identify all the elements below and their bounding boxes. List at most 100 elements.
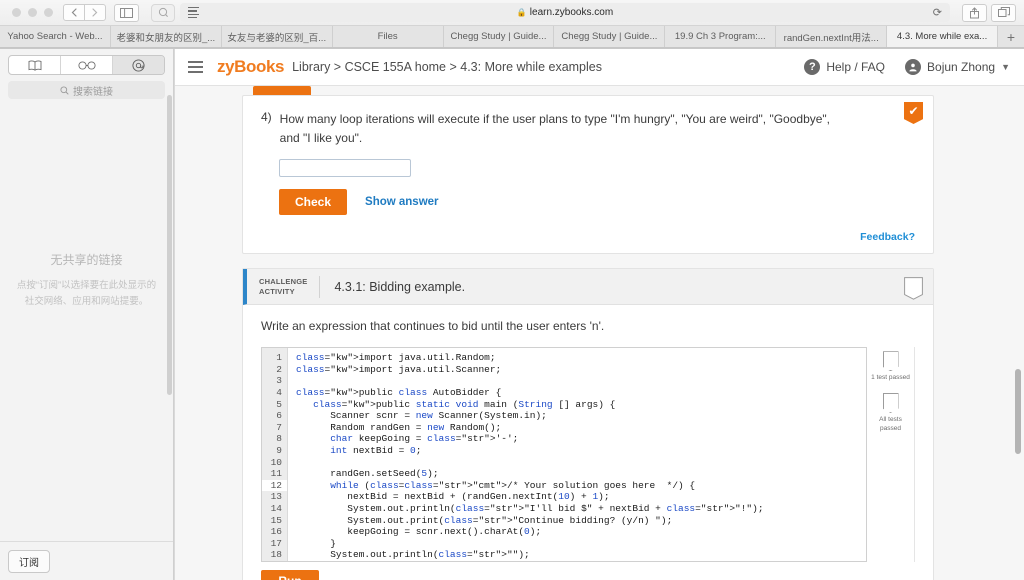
gutter-line-number: 10: [270, 456, 282, 468]
gutter-line-number: 3: [276, 375, 282, 387]
gutter-line-number: 16: [270, 526, 282, 538]
code-line[interactable]: randGen.setSeed(5);: [296, 468, 866, 480]
challenge-tag-line1: CHALLENGE: [259, 277, 308, 287]
participation-question-card: ✔ 4) How many loop iterations will execu…: [242, 95, 934, 255]
content-scrollbar[interactable]: [1015, 49, 1021, 580]
window-traffic-lights[interactable]: [12, 8, 53, 17]
empty-pennant-icon: [904, 277, 923, 300]
empty-state-title: 无共享的链接: [50, 253, 123, 268]
breadcrumb[interactable]: Library > CSCE 155A home > 4.3: More whi…: [292, 60, 602, 74]
answer-input[interactable]: [279, 159, 411, 178]
share-icon[interactable]: [962, 3, 987, 22]
gutter-line-number: 8: [276, 433, 282, 445]
editor-code-area[interactable]: class="kw">import java.util.Random; class…: [288, 348, 866, 561]
browser-tab-active[interactable]: 4.3. More while exa...: [887, 26, 999, 47]
challenge-body: Write an expression that continues to bi…: [243, 305, 933, 580]
test-status-panel: 1 test passed All tests passed: [867, 347, 915, 563]
lock-icon: 🔒: [516, 8, 527, 17]
chevron-down-icon: ▼: [1001, 62, 1010, 72]
gutter-line-number: 6: [276, 410, 282, 422]
code-line[interactable]: System.out.println(class="str">"");: [296, 549, 866, 561]
page-body: 搜索链接 无共享的链接 点按“订阅”以选择要在此处显示的社交网络、应用和网站提要…: [0, 49, 1024, 580]
browser-tab[interactable]: randGen.nextInt用法...: [776, 26, 888, 47]
url-input[interactable]: 🔒 learn.zybooks.com ⟳: [180, 3, 950, 22]
question-row: 4) How many loop iterations will execute…: [261, 110, 915, 147]
challenge-header: CHALLENGE ACTIVITY 4.3.1: Bidding exampl…: [243, 269, 933, 306]
code-line[interactable]: keepGoing = scnr.next().charAt(0);: [296, 526, 866, 538]
browser-tab[interactable]: 女友与老婆的区别_百...: [221, 26, 333, 47]
empty-pennant-icon: [882, 351, 899, 372]
help-faq-label: Help / FAQ: [826, 60, 886, 74]
question-number: 4): [261, 110, 272, 124]
user-name-label: Bojun Zhong: [927, 60, 996, 74]
code-line[interactable]: int nextBid = 0;: [296, 445, 866, 457]
test-status-item[interactable]: All tests passed: [869, 392, 913, 434]
code-line[interactable]: char keepGoing = class="str">'-';: [296, 433, 866, 445]
toolbar-right-buttons: [962, 3, 1016, 22]
empty-pennant-icon: [882, 392, 899, 413]
close-window-button[interactable]: [12, 8, 21, 17]
tab-overview-icon[interactable]: [991, 3, 1016, 22]
code-line[interactable]: Random randGen = new Random();: [296, 422, 866, 434]
editor-row: 12345678910111213141516171819 class="kw"…: [261, 347, 915, 563]
url-text: learn.zybooks.com: [529, 7, 614, 18]
code-line[interactable]: Scanner scnr = new Scanner(System.in);: [296, 410, 866, 422]
show-answer-link[interactable]: Show answer: [365, 196, 439, 208]
zybooks-content-scroll[interactable]: ✔ 4) How many loop iterations will execu…: [174, 86, 1024, 580]
browser-tab[interactable]: 19.9 Ch 3 Program:...: [665, 26, 777, 47]
question-actions: Check Show answer: [279, 189, 915, 216]
challenge-tag-line2: ACTIVITY: [259, 286, 295, 296]
zybooks-logo[interactable]: zyBooks: [217, 57, 285, 77]
pennant-checkmark: ✔: [908, 104, 919, 118]
check-button[interactable]: Check: [279, 189, 348, 216]
reload-icon[interactable]: ⟳: [933, 6, 942, 19]
sidebar-empty-state: 无共享的链接 点按“订阅”以选择要在此处显示的社交网络、应用和网站提要。: [0, 19, 173, 541]
hamburger-menu-icon[interactable]: [188, 61, 203, 73]
previous-activity-button-cropped[interactable]: [253, 86, 311, 95]
zoom-window-button[interactable]: [44, 8, 53, 17]
sidebar-scrollbar[interactable]: [167, 95, 172, 395]
code-line[interactable]: while (class=class="str">"cmt">/* Your s…: [296, 480, 866, 492]
code-line[interactable]: System.out.print(class="str">"Continue b…: [296, 515, 866, 527]
code-line[interactable]: class="kw">public static void main (Stri…: [296, 399, 866, 411]
header-right-group: ? Help / FAQ Bojun Zhong ▼: [804, 59, 1010, 75]
user-menu-button[interactable]: Bojun Zhong ▼: [905, 59, 1010, 75]
code-editor[interactable]: 12345678910111213141516171819 class="kw"…: [261, 347, 867, 563]
browser-tab[interactable]: Chegg Study | Guide...: [443, 26, 555, 47]
test-status-item[interactable]: 1 test passed: [869, 351, 913, 383]
code-line[interactable]: }: [296, 538, 866, 550]
gutter-line-number: 12: [262, 479, 287, 492]
browser-tab[interactable]: Chegg Study | Guide...: [554, 26, 666, 47]
empty-state-description: 点按“订阅”以选择要在此处显示的社交网络、应用和网站提要。: [16, 280, 157, 307]
test-status-label: 1 test passed: [871, 374, 910, 382]
code-line[interactable]: class="kw">import java.util.Scanner;: [296, 364, 866, 376]
test-status-label: All tests passed: [879, 415, 902, 432]
gutter-line-number: 18: [270, 549, 282, 561]
new-tab-button[interactable]: +: [998, 26, 1024, 47]
feedback-link[interactable]: Feedback?: [261, 231, 915, 243]
zybooks-header: zyBooks Library > CSCE 155A home > 4.3: …: [174, 49, 1024, 86]
gutter-line-number: 11: [270, 468, 282, 480]
code-line[interactable]: nextBid = nextBid + (randGen.nextInt(10)…: [296, 491, 866, 503]
gutter-line-number: 15: [270, 514, 282, 526]
gutter-line-number: 7: [276, 421, 282, 433]
code-line[interactable]: [296, 561, 866, 562]
scrollbar-thumb[interactable]: [1015, 369, 1021, 454]
code-line[interactable]: [296, 375, 866, 387]
gutter-line-number: 17: [270, 537, 282, 549]
help-faq-button[interactable]: ? Help / FAQ: [804, 59, 885, 75]
browser-tab[interactable]: Files: [332, 26, 444, 47]
challenge-prompt: Write an expression that continues to bi…: [261, 319, 605, 334]
reader-view-icon[interactable]: [188, 6, 199, 19]
run-button[interactable]: Run: [261, 570, 319, 580]
code-line[interactable]: class="kw">import java.util.Random;: [296, 352, 866, 364]
gutter-line-number: 13: [270, 491, 282, 503]
minimize-window-button[interactable]: [28, 8, 37, 17]
subscribe-button[interactable]: 订阅: [8, 550, 50, 573]
gutter-line-number: 4: [276, 386, 282, 398]
code-line[interactable]: [296, 457, 866, 469]
run-row: Run: [261, 562, 915, 580]
gutter-line-number: 5: [276, 398, 282, 410]
code-line[interactable]: System.out.println(class="str">"I'll bid…: [296, 503, 866, 515]
code-line[interactable]: class="kw">public class AutoBidder {: [296, 387, 866, 399]
